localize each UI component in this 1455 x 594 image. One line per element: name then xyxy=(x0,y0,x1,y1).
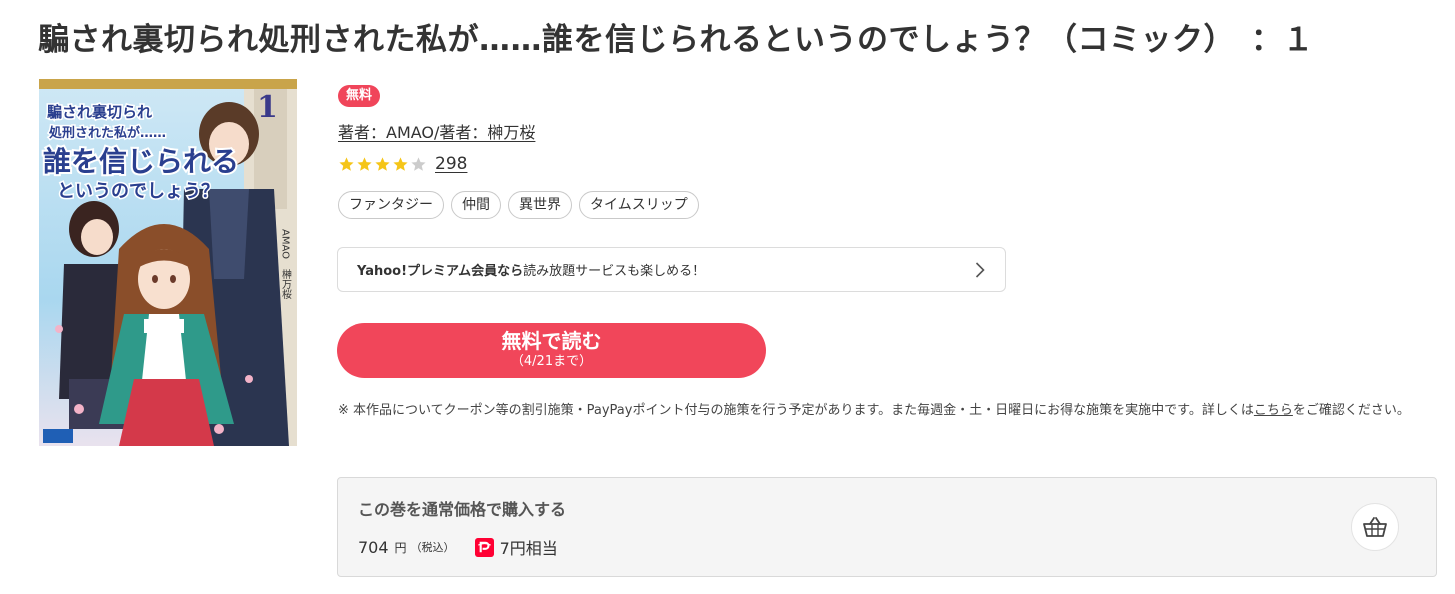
tax-label: （税込） xyxy=(410,541,455,554)
book-cover-image[interactable]: 騙され裏切られ 処刑された私が…… 誰を信じられる というのでしょう？ 1 AM… xyxy=(39,79,297,446)
review-count-link[interactable]: 298 xyxy=(435,154,467,174)
star-icon xyxy=(339,156,354,171)
details-link[interactable]: こちら xyxy=(1254,403,1293,418)
chevron-right-icon xyxy=(975,262,985,278)
price-value: 704 xyxy=(358,537,389,557)
genre-tags: ファンタジー 仲間 異世界 タイムスリップ xyxy=(338,191,699,219)
premium-banner-text: 読み放題サービスも楽しめる！ xyxy=(523,264,706,279)
read-free-period: （4/21まで） xyxy=(510,354,593,369)
add-to-cart-button[interactable] xyxy=(1351,503,1399,551)
campaign-note-text: ※ 本作品についてクーポン等の割引施策・PayPayポイント付与の施策を行う予定… xyxy=(338,403,1254,418)
star-icon xyxy=(357,156,372,171)
price-unit: 円 xyxy=(394,540,407,555)
star-icon xyxy=(375,156,390,171)
page-title: 騙され裏切られ処刑された私が……誰を信じられるというのでしょう？（コミック） ：… xyxy=(38,22,1314,58)
free-badge: 無料 xyxy=(338,85,381,107)
premium-banner[interactable]: Yahoo!プレミアム会員なら 読み放題サービスも楽しめる！ xyxy=(337,247,1006,292)
star-empty-icon xyxy=(411,156,426,171)
price-row: 704 円 （税込） 7円相当 xyxy=(358,535,558,559)
author-link[interactable]: 著者：AMAO/著者：榊万桜 xyxy=(338,119,535,143)
tag-fantasy[interactable]: ファンタジー xyxy=(338,191,444,219)
campaign-note-tail: をご確認ください。 xyxy=(1292,403,1410,418)
premium-banner-bold: Yahoo!プレミアム会員なら xyxy=(357,264,524,279)
svg-text:騙され裏切られ: 騙され裏切られ xyxy=(47,103,152,121)
rating: 298 xyxy=(338,154,467,174)
svg-text:誰を信じられる: 誰を信じられる xyxy=(43,145,239,178)
paypay-points: 7円相当 xyxy=(499,539,558,558)
svg-text:AMAO 榊万桜: AMAO 榊万桜 xyxy=(280,229,292,300)
read-free-button[interactable]: 無料で読む （4/21まで） xyxy=(337,323,766,378)
svg-text:処刑された私が……: 処刑された私が…… xyxy=(48,125,166,141)
cover-volume-number: 1 xyxy=(257,90,278,125)
read-free-label: 無料で読む xyxy=(501,329,602,353)
shopping-basket-icon xyxy=(1363,517,1387,537)
tag-companions[interactable]: 仲間 xyxy=(451,191,501,219)
paypay-icon xyxy=(474,537,494,557)
tag-isekai[interactable]: 異世界 xyxy=(508,191,572,219)
rating-stars xyxy=(338,156,427,173)
campaign-note: ※ 本作品についてクーポン等の割引施策・PayPayポイント付与の施策を行う予定… xyxy=(338,401,1438,421)
purchase-panel: この巻を通常価格で購入する 704 円 （税込） 7円相当 xyxy=(337,477,1437,577)
purchase-title: この巻を通常価格で購入する xyxy=(358,500,567,519)
star-icon xyxy=(393,156,408,171)
tag-time-slip[interactable]: タイムスリップ xyxy=(579,191,699,219)
svg-text:というのでしょう？: というのでしょう？ xyxy=(57,181,219,202)
